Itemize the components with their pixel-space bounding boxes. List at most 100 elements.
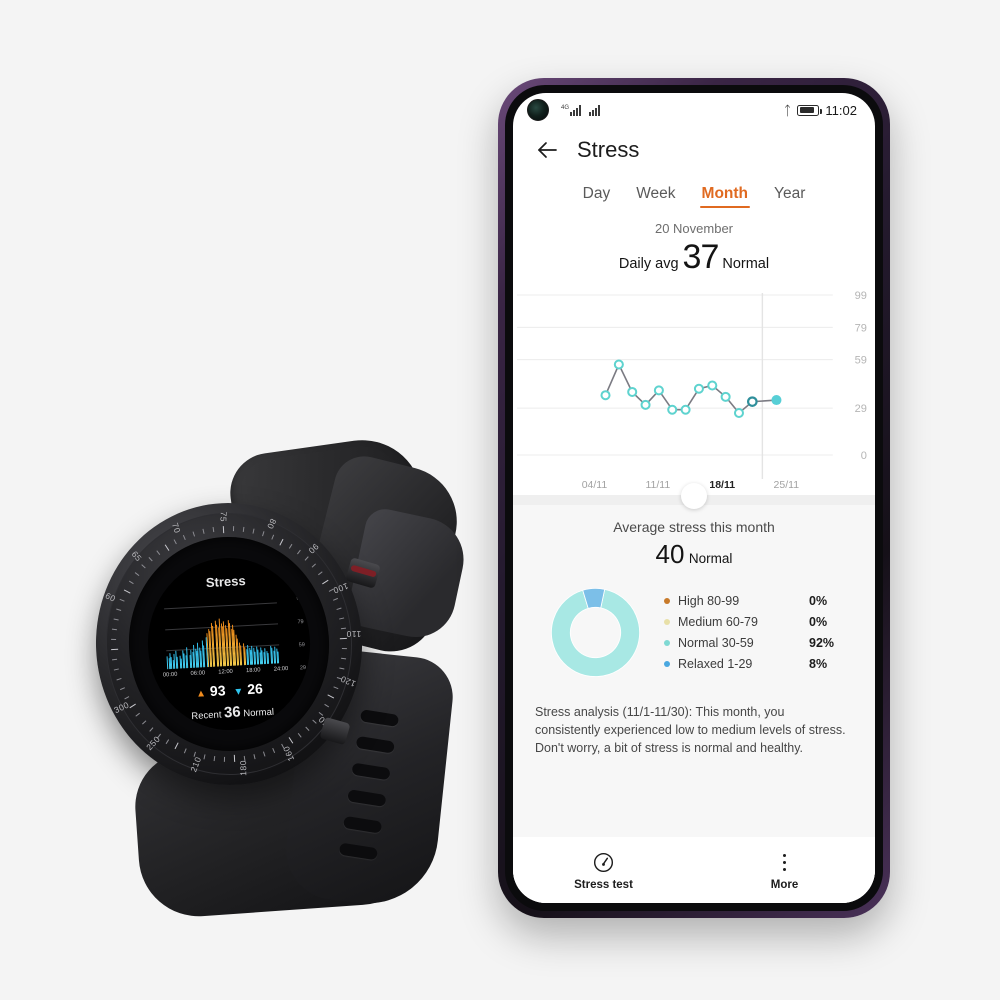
chart-data-point xyxy=(600,390,611,401)
chart-data-point xyxy=(720,391,731,402)
summary-heading: Average stress this month xyxy=(613,519,775,535)
stress-analysis-text: Stress analysis (11/1-11/30): This month… xyxy=(535,705,846,756)
phone-bezel: 4G ᛏ 11:02 Stress Day Week Month Year 20… xyxy=(505,85,883,911)
watch-y-label: 29 xyxy=(299,664,307,672)
watch-x-label: 06:00 xyxy=(190,670,206,677)
watch-display[interactable]: Stress 99 79 59 29 00:00 06:00 12:00 18:… xyxy=(144,554,314,734)
watch-x-label: 24:00 xyxy=(273,665,289,673)
bottom-nav-more-label: More xyxy=(770,878,799,891)
watch-min-value: 26 xyxy=(246,680,264,697)
arrow-down-icon: ▼ xyxy=(233,686,244,698)
watch-tachy-number: 110 xyxy=(346,629,362,640)
watch-x-label: 18:00 xyxy=(245,667,261,675)
chart-y-tick-label: 29 xyxy=(855,403,867,415)
watch-tachy-number: 80 xyxy=(264,517,279,531)
signal-icon-2 xyxy=(589,104,601,116)
tab-day[interactable]: Day xyxy=(583,185,611,208)
bluetooth-icon: ᛏ xyxy=(783,102,792,118)
bottom-nav-more[interactable]: More xyxy=(694,850,875,891)
phone-frame: 4G ᛏ 11:02 Stress Day Week Month Year 20… xyxy=(498,78,890,918)
legend-item-relaxed: Relaxed 1-29 8% xyxy=(664,654,851,675)
watch-max-value: 93 xyxy=(209,682,226,699)
watch-recent-value: 36 xyxy=(223,703,242,722)
screenshot-root: 606570758090100110120140160180210250300 … xyxy=(0,0,1000,1000)
legend-percent-medium: 0% xyxy=(809,615,828,629)
status-bar-right: ᛏ 11:02 xyxy=(784,103,857,118)
back-arrow-icon[interactable] xyxy=(535,138,559,162)
watch-minmax-row: ▲ 93 ▼ 26 xyxy=(151,677,313,701)
watch-tachy-number: 75 xyxy=(218,511,229,523)
watch-bezel: 606570758090100110120140160180210250300 … xyxy=(99,506,362,782)
selected-date-label: 20 November xyxy=(654,221,734,236)
watch-tachy-number: 60 xyxy=(103,590,118,604)
watch-x-label: 12:00 xyxy=(218,668,234,676)
smartwatch: 606570758090100110120140160180210250300 … xyxy=(82,432,472,921)
daily-avg-status: Normal xyxy=(722,256,770,272)
summary-average-row: 40 Normal xyxy=(513,539,875,570)
chart-x-tick-label: 04/11 xyxy=(581,479,608,491)
bottom-nav-stress-test[interactable]: Stress test xyxy=(513,850,694,891)
range-tabs: Day Week Month Year xyxy=(513,185,875,208)
tab-year[interactable]: Year xyxy=(774,185,805,208)
distribution-row: High 80-99 0% Medium 60-79 0% Normal 30-… xyxy=(513,570,875,689)
legend-percent-normal: 92% xyxy=(809,636,835,650)
watch-tachy-number: 90 xyxy=(306,541,321,556)
bottom-nav-bar: Stress test More xyxy=(513,837,875,903)
chart-data-point xyxy=(707,380,718,391)
daily-avg-label: Daily avg xyxy=(618,256,679,272)
legend-item-normal: Normal 30-59 92% xyxy=(664,633,851,654)
app-bar: Stress xyxy=(513,127,875,169)
chart-data-point xyxy=(627,386,638,397)
daily-average-row: Daily avg 37 Normal xyxy=(513,238,875,277)
chart-y-tick-label: 79 xyxy=(855,322,867,334)
signal-icon-1: 4G xyxy=(561,104,582,116)
daily-avg-value: 37 xyxy=(682,238,720,276)
chart-data-point xyxy=(640,399,651,410)
gauge-icon xyxy=(513,850,694,876)
legend-dot-normal xyxy=(664,640,670,646)
chart-scrub-handle[interactable] xyxy=(681,483,707,509)
watch-case: 606570758090100110120140160180210250300 … xyxy=(88,496,370,792)
summary-panel: Average stress this month 40 Normal High… xyxy=(513,505,875,903)
watch-tachy-number: 180 xyxy=(238,759,249,776)
chart-data-point xyxy=(693,383,704,394)
smartphone: 4G ᛏ 11:02 Stress Day Week Month Year 20… xyxy=(498,78,890,918)
stress-distribution-donut xyxy=(551,587,641,678)
summary-average-value: 40 xyxy=(655,539,685,569)
chart-data-point xyxy=(667,404,678,415)
legend-dot-medium xyxy=(664,619,670,625)
chart-data-point xyxy=(733,407,745,418)
legend-item-high: High 80-99 0% xyxy=(664,591,851,612)
watch-tachy-number: 300 xyxy=(112,699,131,716)
legend-percent-relaxed: 8% xyxy=(809,657,828,671)
legend-item-medium: Medium 60-79 0% xyxy=(664,612,851,633)
watch-x-label: 00:00 xyxy=(162,671,178,679)
arrow-up-icon: ▲ xyxy=(195,688,207,700)
status-bar-left: 4G xyxy=(561,104,601,116)
watch-stress-bar-chart xyxy=(164,601,281,670)
chart-y-tick-label: 99 xyxy=(855,290,867,302)
stress-trend-chart[interactable]: 0 29 59 79 99 04/11 11/11 18/11 25/11 xyxy=(513,287,875,495)
battery-icon xyxy=(797,104,823,116)
tab-month[interactable]: Month xyxy=(699,185,751,208)
page-title: Stress xyxy=(577,137,640,162)
bottom-nav-stress-test-label: Stress test xyxy=(574,878,633,891)
watch-tachy-number: 210 xyxy=(188,755,204,774)
legend-percent-high: 0% xyxy=(809,594,828,608)
watch-tachy-number: 120 xyxy=(338,673,358,690)
chart-range-divider xyxy=(513,483,875,509)
phone-screen: 4G ᛏ 11:02 Stress Day Week Month Year 20… xyxy=(513,93,875,903)
legend-dot-high xyxy=(664,598,670,604)
chart-data-point xyxy=(613,359,624,370)
chart-data-point-current xyxy=(771,395,782,406)
status-bar-clock: 11:02 xyxy=(825,102,857,118)
chart-y-tick-label: 59 xyxy=(855,355,867,367)
chart-data-point xyxy=(653,385,664,396)
chart-x-tick-label: 18/11 xyxy=(709,479,736,491)
watch-tachy-number: 70 xyxy=(169,521,183,535)
chart-x-tick-label: 25/11 xyxy=(773,479,800,491)
front-camera-punchhole xyxy=(527,99,549,121)
distribution-legend: High 80-99 0% Medium 60-79 0% Normal 30-… xyxy=(664,591,851,675)
tab-week[interactable]: Week xyxy=(636,185,675,208)
watch-recent-prefix: Recent xyxy=(191,709,222,723)
